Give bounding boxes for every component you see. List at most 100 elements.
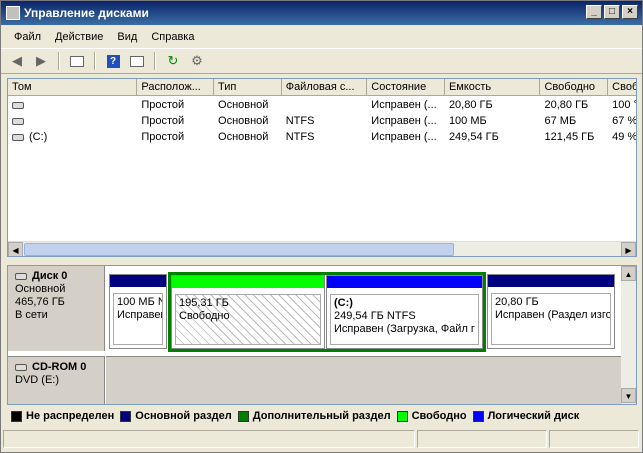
legend-label: Дополнительный раздел xyxy=(252,410,391,422)
app-icon xyxy=(6,6,20,20)
col-capacity[interactable]: Емкость xyxy=(445,79,541,96)
status-pane xyxy=(417,430,547,448)
partition-letter: (C:) xyxy=(334,297,353,309)
cell-status: Исправен (... xyxy=(371,131,437,143)
legend-label: Свободно xyxy=(411,410,467,422)
legend-item: Дополнительный раздел xyxy=(237,410,391,422)
scroll-thumb[interactable] xyxy=(24,243,454,256)
title-bar: Управление дисками _ □ × xyxy=(1,1,642,25)
cell-pct: 100 ° xyxy=(612,99,637,111)
partition-size: 100 МБ N xyxy=(117,296,163,308)
menu-file[interactable]: Файл xyxy=(7,31,48,43)
disk0-label[interactable]: Диск 0 Основной 465,76 ГБ В сети xyxy=(8,266,105,351)
scroll-right-icon[interactable]: ▶ xyxy=(621,242,636,256)
col-free[interactable]: Свободно xyxy=(540,79,609,96)
cell-capacity: 20,80 ГБ xyxy=(448,99,493,111)
cdrom-type: DVD (E:) xyxy=(15,374,59,386)
col-layout[interactable]: Располож... xyxy=(137,79,215,96)
legend-item: Основной раздел xyxy=(120,410,232,422)
disk-icon xyxy=(15,272,27,280)
cell-fs: NTFS xyxy=(285,131,315,143)
partition-recovery[interactable]: 20,80 ГБ Исправен (Раздел изго xyxy=(487,274,615,349)
partition-status: Исправен (Раздел изго xyxy=(495,309,611,321)
refresh-icon[interactable]: ↻ xyxy=(163,51,183,71)
partition-system[interactable]: 100 МБ N Исправен xyxy=(109,274,167,349)
status-pane xyxy=(549,430,639,448)
status-bar xyxy=(3,430,640,450)
cell-capacity: 249,54 ГБ xyxy=(448,131,499,143)
vertical-scrollbar[interactable]: ▲ ▼ xyxy=(621,266,636,404)
forward-icon[interactable]: ▶ xyxy=(31,51,51,71)
minimize-button[interactable]: _ xyxy=(586,5,602,19)
cell-free: 121,45 ГБ xyxy=(544,131,595,143)
legend-swatch xyxy=(237,410,249,422)
menu-action[interactable]: Действие xyxy=(48,31,110,43)
disk0-state: В сети xyxy=(15,309,48,321)
window: Управление дисками _ □ × Файл Действие В… xyxy=(0,0,643,453)
col-fs[interactable]: Файловая с... xyxy=(282,79,368,96)
legend-swatch xyxy=(11,410,22,422)
disk-graph-pane: Диск 0 Основной 465,76 ГБ В сети 100 МБ … xyxy=(7,265,637,405)
maximize-button[interactable]: □ xyxy=(604,5,620,19)
help-icon[interactable]: ? xyxy=(103,51,123,71)
volume-icon xyxy=(12,117,24,125)
legend-item: Свободно xyxy=(396,410,467,422)
cell-layout: Простой xyxy=(141,115,185,127)
back-icon[interactable]: ◀ xyxy=(7,51,27,71)
volume-icon xyxy=(12,133,24,141)
volume-name: (C:) xyxy=(29,131,48,143)
col-volume[interactable]: Том xyxy=(8,79,138,96)
cell-type: Основной xyxy=(218,115,269,127)
col-type[interactable]: Тип xyxy=(214,79,282,96)
disk0-size: 465,76 ГБ xyxy=(15,296,65,308)
cdrom-label[interactable]: CD-ROM 0 DVD (E:) xyxy=(8,356,105,404)
cdrom-name: CD-ROM 0 xyxy=(32,361,87,373)
table-row[interactable]: (C:) Простой Основной NTFS Исправен (...… xyxy=(8,129,637,145)
toolbar: ◀ ▶ ? ↻ ⚙ xyxy=(1,48,642,74)
scroll-up-icon[interactable]: ▲ xyxy=(621,266,636,281)
legend-item: Логический диск xyxy=(472,410,579,422)
col-pct-free[interactable]: Своб xyxy=(608,79,636,96)
partition-status: Свободно xyxy=(179,310,230,322)
partition-c[interactable]: (C:) 249,54 ГБ NTFS Исправен (Загрузка, Фа… xyxy=(326,275,483,349)
partition-size: 195,31 ГБ xyxy=(179,297,229,309)
window-title: Управление дисками xyxy=(24,6,149,20)
legend-swatch xyxy=(120,410,132,422)
col-status[interactable]: Состояние xyxy=(367,79,445,96)
cdrom-icon xyxy=(15,363,27,371)
properties-icon[interactable] xyxy=(127,51,147,71)
partition-free[interactable]: 195,31 ГБ Свободно xyxy=(171,275,325,349)
cell-layout: Простой xyxy=(141,131,185,143)
menu-bar: Файл Действие Вид Справка xyxy=(1,26,642,47)
cell-status: Исправен (... xyxy=(371,99,437,111)
disk0-type: Основной xyxy=(15,283,66,295)
scroll-down-icon[interactable]: ▼ xyxy=(621,388,636,403)
close-button[interactable]: × xyxy=(622,5,638,19)
list-header: Том Располож... Тип Файловая с... Состоя… xyxy=(8,79,636,96)
settings-icon[interactable]: ⚙ xyxy=(187,51,207,71)
status-pane xyxy=(3,430,415,448)
cell-type: Основной xyxy=(218,99,269,111)
menu-view[interactable]: Вид xyxy=(110,31,144,43)
legend-label: Основной раздел xyxy=(135,410,232,422)
cell-pct: 67 % xyxy=(612,115,637,127)
volume-icon xyxy=(12,101,24,109)
cell-capacity: 100 МБ xyxy=(448,115,487,127)
menu-help[interactable]: Справка xyxy=(144,31,201,43)
table-row[interactable]: Простой Основной NTFS Исправен (... 100 … xyxy=(8,113,637,129)
console-tree-icon[interactable] xyxy=(67,51,87,71)
table-row[interactable]: Простой Основной Исправен (... 20,80 ГБ … xyxy=(8,97,637,113)
cell-free: 20,80 ГБ xyxy=(544,99,589,111)
scroll-left-icon[interactable]: ◀ xyxy=(8,242,23,256)
partition-status: Исправен xyxy=(117,309,163,321)
cell-type: Основной xyxy=(218,131,269,143)
cell-free: 67 МБ xyxy=(544,115,577,127)
horizontal-scrollbar[interactable]: ◀ ▶ xyxy=(8,241,636,256)
cell-pct: 49 % xyxy=(612,131,637,143)
cell-status: Исправен (... xyxy=(371,115,437,127)
partition-status: Исправен (Загрузка, Файл г xyxy=(334,323,475,335)
disk0-name: Диск 0 xyxy=(32,270,68,282)
volume-list: Том Располож... Тип Файловая с... Состоя… xyxy=(7,78,637,257)
cell-layout: Простой xyxy=(141,99,185,111)
legend-item: Не распределен xyxy=(11,410,114,422)
